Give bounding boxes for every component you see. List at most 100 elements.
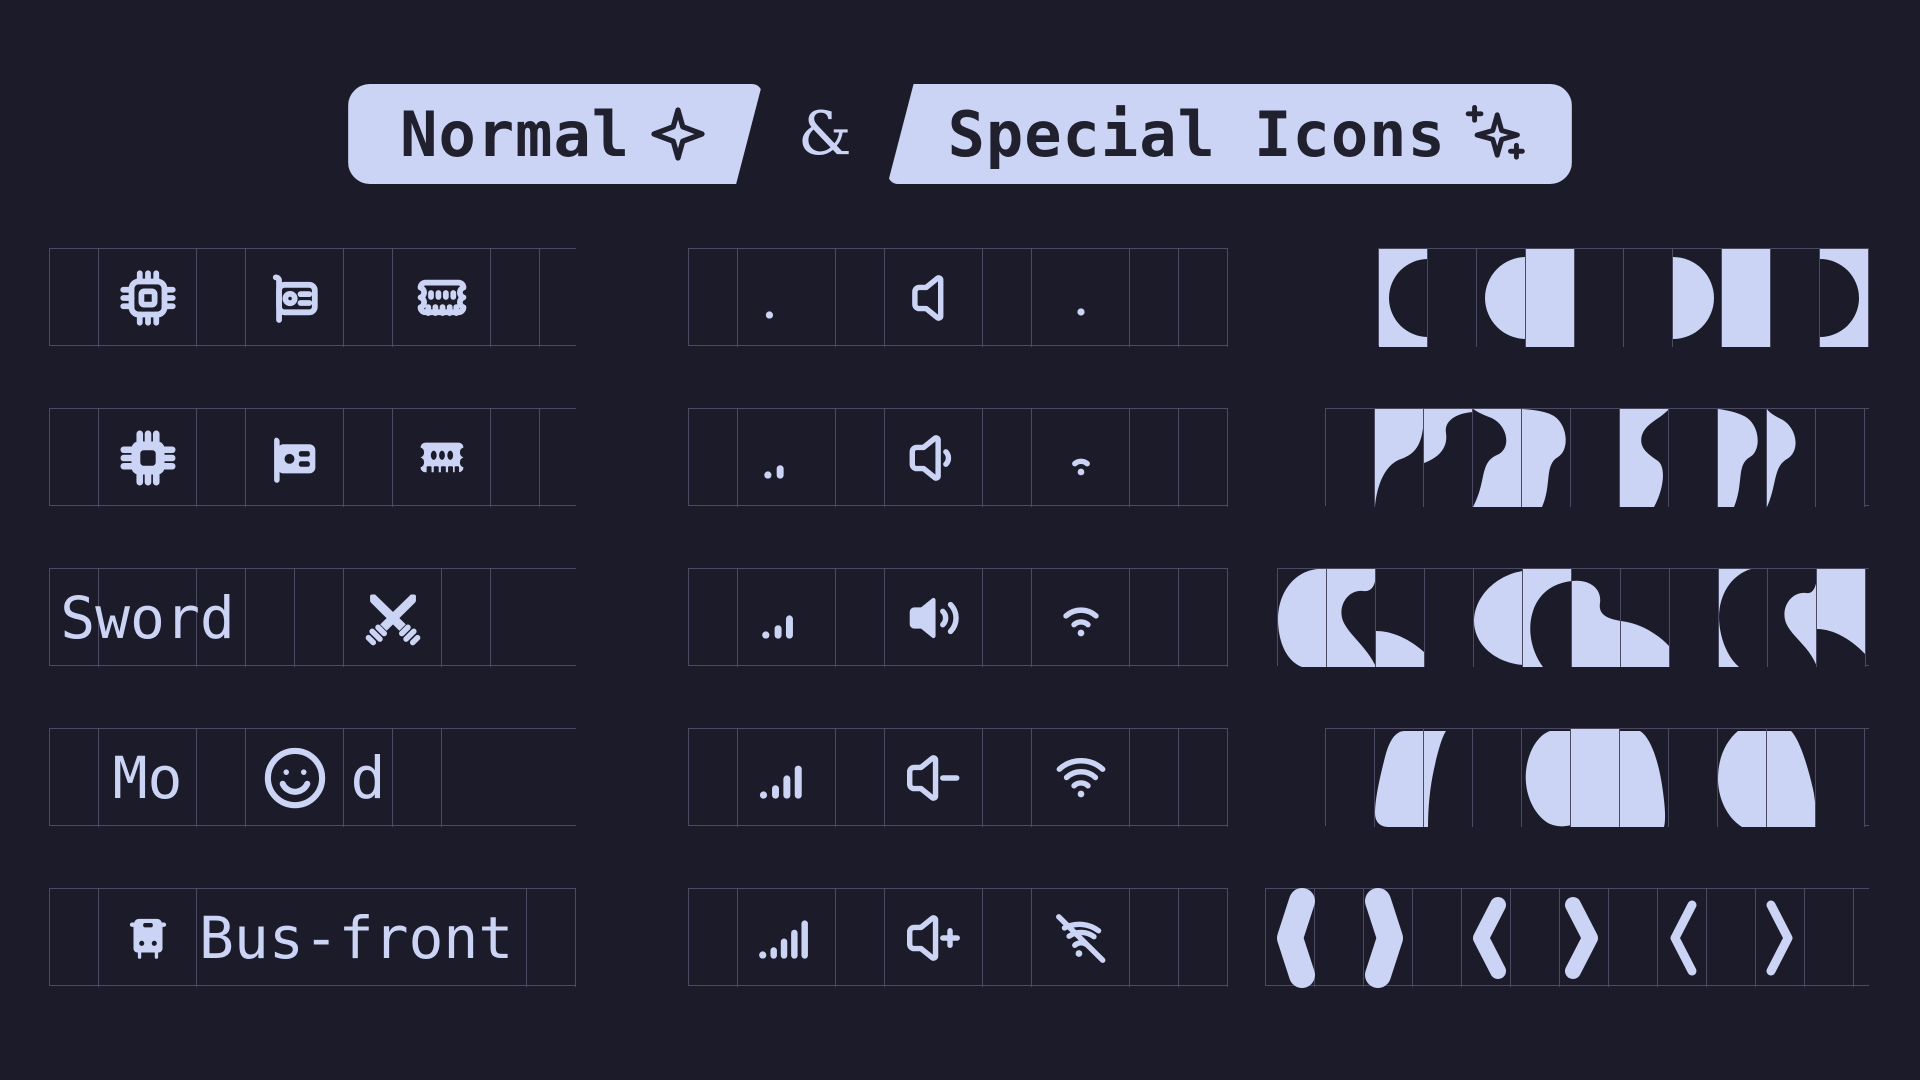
spacer-cell bbox=[1130, 889, 1179, 987]
wifi-4-icon[interactable] bbox=[1032, 729, 1130, 827]
chevron-right-bold-icon[interactable] bbox=[1560, 889, 1609, 987]
half-circle-shape-3[interactable] bbox=[1477, 249, 1526, 347]
wifi-3-icon[interactable] bbox=[1032, 569, 1130, 667]
chevron-right-icon[interactable] bbox=[1756, 889, 1805, 987]
spacer-cell bbox=[836, 409, 885, 507]
chevron-right-xbold-icon[interactable] bbox=[1364, 888, 1413, 988]
device-card-icon[interactable] bbox=[246, 409, 344, 507]
wave-large-shape-11[interactable] bbox=[1768, 569, 1817, 667]
ampersand-separator: & bbox=[798, 99, 852, 169]
page-header: Normal & Special Icons bbox=[0, 78, 1920, 190]
wifi-0-icon[interactable] bbox=[1032, 249, 1130, 347]
spacer-cell bbox=[689, 569, 738, 667]
wave-shape-1[interactable] bbox=[1375, 409, 1424, 507]
special-icons-pill-label: Special Icons bbox=[947, 97, 1446, 171]
half-circle-shape-2[interactable] bbox=[1428, 249, 1477, 347]
sparkle-four-point-icon bbox=[648, 104, 708, 164]
wave-shape-7[interactable] bbox=[1669, 409, 1718, 507]
sparkles-plus-icon bbox=[1464, 102, 1528, 166]
wave-shape-3[interactable] bbox=[1473, 409, 1522, 507]
blob-shape-5[interactable] bbox=[1571, 729, 1620, 827]
wifi-1-icon[interactable] bbox=[1032, 409, 1130, 507]
spacer-cell bbox=[50, 409, 99, 507]
half-circle-shape-7[interactable] bbox=[1673, 249, 1722, 347]
half-circle-shape-1[interactable] bbox=[1379, 249, 1428, 347]
wave-shape-2[interactable] bbox=[1424, 409, 1473, 507]
signal-2-icon[interactable] bbox=[738, 569, 836, 667]
cpu-icon[interactable] bbox=[99, 249, 197, 347]
wave-large-shape-6[interactable] bbox=[1523, 569, 1572, 667]
wifi-off-icon[interactable] bbox=[1032, 889, 1130, 987]
wave-shape-9[interactable] bbox=[1767, 409, 1816, 507]
bus-front-text: Bus-front bbox=[197, 889, 527, 987]
blob-shape-8[interactable] bbox=[1718, 729, 1767, 827]
blob-shape-2[interactable] bbox=[1424, 729, 1473, 827]
blob-shape-1[interactable] bbox=[1375, 729, 1424, 827]
spacer-cell bbox=[1805, 889, 1854, 987]
signal-0-icon[interactable] bbox=[738, 249, 836, 347]
spacer-cell bbox=[527, 889, 576, 987]
crossed-swords-icon[interactable] bbox=[344, 569, 442, 667]
volume-plus-icon[interactable] bbox=[885, 889, 983, 987]
spacer-cell bbox=[1511, 889, 1560, 987]
wave-large-shape-7[interactable] bbox=[1572, 569, 1621, 667]
wave-shape-5[interactable] bbox=[1571, 409, 1620, 507]
chevron-left-bold-icon[interactable] bbox=[1462, 889, 1511, 987]
spacer-cell bbox=[1179, 409, 1228, 507]
wave-large-shape-3[interactable] bbox=[1376, 569, 1425, 667]
wave-large-shape-5[interactable] bbox=[1474, 569, 1523, 667]
half-circle-shape-8[interactable] bbox=[1722, 249, 1771, 347]
half-circle-shape-4[interactable] bbox=[1526, 249, 1575, 347]
blob-shape-3[interactable] bbox=[1473, 729, 1522, 827]
spacer-cell bbox=[491, 249, 540, 347]
wave-shape-6[interactable] bbox=[1620, 409, 1669, 507]
mood-text-after: d bbox=[344, 729, 393, 827]
blob-shape-6[interactable] bbox=[1620, 729, 1669, 827]
mood-text-before: Mo bbox=[99, 729, 197, 827]
blob-shape-10[interactable] bbox=[1816, 729, 1865, 827]
spacer-cell bbox=[246, 569, 295, 667]
bus-front-icon[interactable] bbox=[99, 889, 197, 987]
mood-label-2: d bbox=[350, 744, 386, 812]
blob-shape-4[interactable] bbox=[1522, 729, 1571, 827]
mood-smile-icon[interactable] bbox=[246, 729, 344, 827]
wave-large-shape-2[interactable] bbox=[1327, 569, 1376, 667]
ram-memory-icon[interactable] bbox=[393, 409, 491, 507]
wave-large-shape-9[interactable] bbox=[1670, 569, 1719, 667]
wave-shape-0[interactable] bbox=[1326, 409, 1375, 507]
signal-3-icon[interactable] bbox=[738, 729, 836, 827]
volume-high-icon[interactable] bbox=[885, 569, 983, 667]
blob-shape-0[interactable] bbox=[1326, 729, 1375, 827]
half-circle-shape-10[interactable] bbox=[1820, 249, 1869, 347]
wave-large-shape-1[interactable] bbox=[1278, 569, 1327, 667]
half-circle-shape-6[interactable] bbox=[1624, 249, 1673, 347]
volume-minus-icon[interactable] bbox=[885, 729, 983, 827]
chevron-left-icon[interactable] bbox=[1658, 889, 1707, 987]
bus-front-label: Bus-front bbox=[199, 904, 514, 972]
volume-low-icon[interactable] bbox=[885, 409, 983, 507]
wave-shape-10[interactable] bbox=[1816, 409, 1865, 507]
spacer-cell bbox=[1707, 889, 1756, 987]
wave-large-shape-12[interactable] bbox=[1817, 569, 1866, 667]
device-card-icon[interactable] bbox=[246, 249, 344, 347]
wave-large-shape-4[interactable] bbox=[1425, 569, 1474, 667]
ram-memory-icon[interactable] bbox=[393, 249, 491, 347]
chevron-left-xbold-icon[interactable] bbox=[1266, 888, 1315, 988]
blob-shape-9[interactable] bbox=[1767, 729, 1816, 827]
spacer-cell bbox=[344, 409, 393, 507]
wave-large-shape-8[interactable] bbox=[1621, 569, 1670, 667]
status-level-2 bbox=[688, 568, 1228, 667]
blob-shape-7[interactable] bbox=[1669, 729, 1718, 827]
signal-4-icon[interactable] bbox=[738, 889, 836, 987]
volume-off-icon[interactable] bbox=[885, 249, 983, 347]
cpu-icon[interactable] bbox=[99, 409, 197, 507]
spacer-cell bbox=[1179, 249, 1228, 347]
wave-shape-4[interactable] bbox=[1522, 409, 1571, 507]
signal-1-icon[interactable] bbox=[738, 409, 836, 507]
wave-shape-8[interactable] bbox=[1718, 409, 1767, 507]
spacer-cell bbox=[1130, 409, 1179, 507]
half-circle-shape-5[interactable] bbox=[1575, 249, 1624, 347]
spacer-cell bbox=[689, 729, 738, 827]
wave-large-shape-10[interactable] bbox=[1719, 569, 1768, 667]
half-circle-shape-9[interactable] bbox=[1771, 249, 1820, 347]
